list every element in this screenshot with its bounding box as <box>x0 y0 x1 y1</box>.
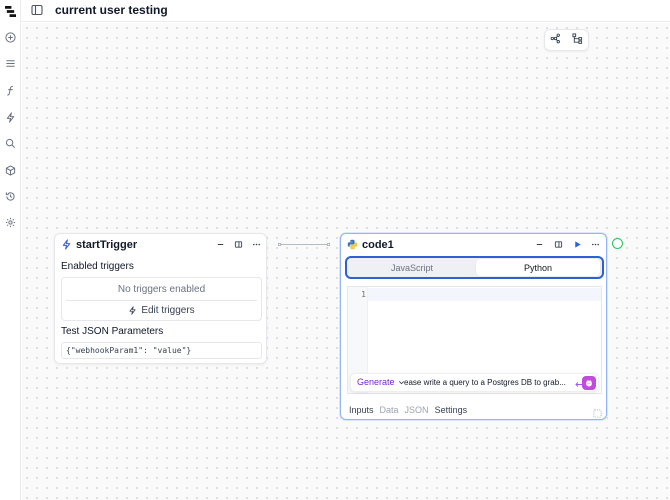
menu-icon[interactable] <box>3 56 17 70</box>
graph-layout-icon[interactable] <box>550 33 561 47</box>
tab-json[interactable]: JSON <box>405 405 429 415</box>
divider <box>66 300 257 301</box>
ai-assistant-icon[interactable] <box>582 376 596 390</box>
code-node[interactable]: code1 JavaScript Python 1 Generate ease … <box>340 233 607 420</box>
python-icon <box>347 239 358 250</box>
tab-inputs[interactable]: Inputs <box>349 405 374 415</box>
function-icon[interactable] <box>3 83 17 97</box>
minimize-icon[interactable] <box>215 239 226 250</box>
enabled-triggers-label: Enabled triggers <box>61 261 134 272</box>
status-indicator <box>612 238 623 249</box>
start-trigger-node[interactable]: startTrigger Enabled triggers No trigger… <box>54 233 267 364</box>
history-icon[interactable] <box>3 189 17 203</box>
bottom-tabs: Inputs Data JSON Settings <box>349 405 467 415</box>
bolt-icon <box>129 306 136 315</box>
no-triggers-text: No triggers enabled <box>117 284 206 295</box>
edit-triggers-button[interactable]: Edit triggers <box>62 305 261 316</box>
tab-python[interactable]: Python <box>476 259 600 276</box>
tree-layout-icon[interactable] <box>572 33 583 47</box>
ai-prompt-bar: Generate ease write a query to a Postgre… <box>350 373 599 392</box>
search-icon[interactable] <box>3 136 17 150</box>
triggers-box: No triggers enabled Edit triggers <box>61 277 262 321</box>
tab-data[interactable]: Data <box>380 405 399 415</box>
tab-javascript[interactable]: JavaScript <box>349 259 475 276</box>
test-json-label: Test JSON Parameters <box>61 326 164 337</box>
top-bar: current user testing <box>21 0 670 22</box>
tab-settings[interactable]: Settings <box>435 405 468 415</box>
panel-toggle-icon[interactable] <box>31 4 43 16</box>
side-panel-icon[interactable] <box>553 239 564 250</box>
resize-handle-icon[interactable] <box>593 407 602 418</box>
node-title: code1 <box>362 239 394 251</box>
bolt-icon <box>61 239 72 250</box>
bolt-icon[interactable] <box>3 110 17 124</box>
more-options-icon[interactable] <box>590 239 601 250</box>
minimize-icon[interactable] <box>534 239 545 250</box>
app-title: current user testing <box>55 3 168 17</box>
app-logo-icon[interactable] <box>3 4 17 18</box>
edit-triggers-label: Edit triggers <box>141 305 195 316</box>
run-icon[interactable] <box>572 239 583 250</box>
active-line <box>368 288 601 301</box>
gear-icon[interactable] <box>3 215 17 229</box>
plus-circle-icon[interactable] <box>3 30 17 44</box>
package-icon[interactable] <box>3 163 17 177</box>
generate-label: Generate <box>357 377 395 387</box>
prompt-input[interactable]: ease write a query to a Postgres DB to g… <box>404 378 566 387</box>
node-header: code1 <box>341 234 606 256</box>
edge-connector <box>278 243 330 246</box>
layout-toolbar <box>544 29 589 51</box>
node-header: startTrigger <box>55 234 266 256</box>
more-options-icon[interactable] <box>251 239 262 250</box>
node-title: startTrigger <box>76 239 138 251</box>
language-tabs: JavaScript Python <box>345 256 604 279</box>
line-number: 1 <box>361 290 366 299</box>
test-json-input[interactable]: {"webhookParam1": "value"} <box>61 342 262 359</box>
side-panel-icon[interactable] <box>233 239 244 250</box>
generate-button[interactable]: Generate <box>357 377 405 387</box>
left-sidebar <box>0 0 21 500</box>
